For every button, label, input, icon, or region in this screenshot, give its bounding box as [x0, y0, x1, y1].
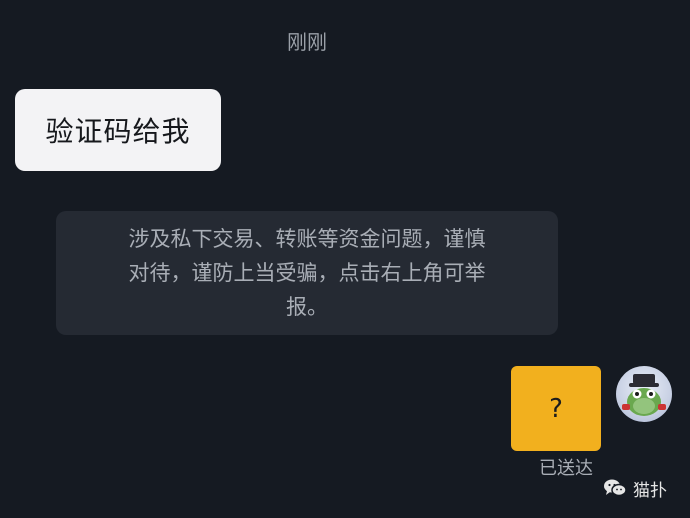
incoming-message-bubble[interactable]: 验证码给我 [15, 89, 221, 171]
wechat-icon [603, 478, 627, 498]
warning-line-1: 涉及私下交易、转账等资金问题，谨慎 [128, 227, 486, 251]
outgoing-message-text: ? [549, 393, 563, 424]
avatar[interactable] [616, 366, 672, 422]
warning-line-3: 报。 [286, 295, 328, 319]
fraud-warning-notice: 涉及私下交易、转账等资金问题，谨慎 对待，谨防上当受骗，点击右上角可举 报。 [56, 211, 558, 335]
warning-line-2: 对待，谨防上当受骗，点击右上角可举 [128, 261, 486, 285]
frog-avatar-icon [622, 374, 666, 416]
watermark-label: 猫扑 [633, 480, 667, 501]
incoming-message-text: 验证码给我 [45, 115, 191, 148]
watermark: 猫扑 [603, 473, 667, 503]
delivery-status: 已送达 [539, 458, 593, 479]
message-timestamp: 刚刚 [287, 30, 327, 54]
outgoing-message-bubble[interactable]: ? [511, 366, 601, 451]
